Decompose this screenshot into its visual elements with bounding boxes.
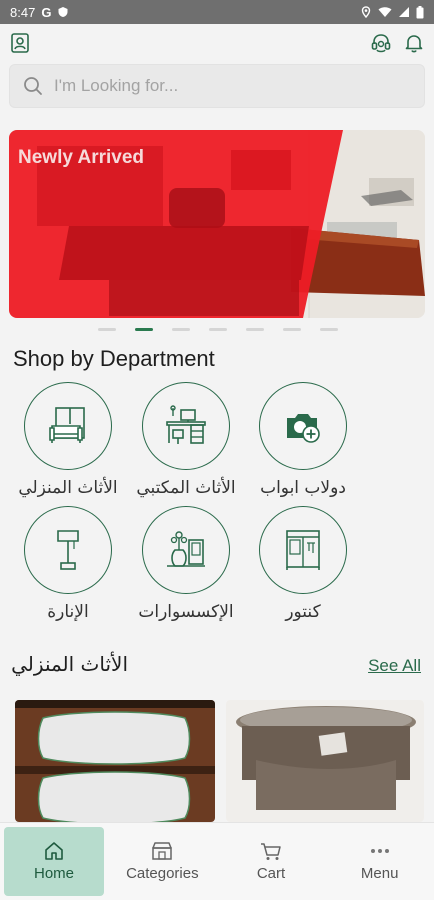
department-icon-circle (142, 382, 230, 470)
carousel-dot[interactable] (98, 328, 116, 331)
product-card[interactable] (226, 700, 424, 822)
banner-title: Newly Arrived (18, 147, 145, 168)
department-label: كنتور (285, 602, 321, 622)
app-screen: 8:47 G I'm Looking for... Newly Arrived … (0, 0, 434, 900)
department-door-wardrobe[interactable]: دولاب ابواب (243, 382, 363, 498)
product-image (15, 700, 215, 822)
department-icon-circle (259, 382, 347, 470)
department-label: الأثاث المكتبي (136, 478, 236, 498)
categories-icon (152, 842, 173, 860)
carousel-dot[interactable] (246, 328, 264, 331)
home-icon (45, 842, 63, 860)
section-title: Shop by Department (13, 346, 215, 371)
department-accessories[interactable]: الإكسسوارات (126, 506, 246, 622)
search-input[interactable] (54, 76, 394, 96)
search-bar[interactable] (9, 64, 425, 108)
carousel-dot[interactable] (172, 328, 190, 331)
tab-label: Cart (256, 865, 286, 882)
status-bar: 8:47 G (0, 0, 434, 24)
vase-frame-icon (167, 531, 205, 567)
department-office-furniture[interactable]: الأثاث المكتبي (126, 382, 246, 498)
top-bar (0, 24, 434, 62)
carousel-indicator (98, 328, 338, 331)
clock: 8:47 (10, 4, 36, 20)
product-card[interactable] (15, 700, 215, 822)
department-label: دولاب ابواب (260, 478, 346, 498)
department-icon-circle (259, 506, 347, 594)
department-icon-circle (24, 506, 112, 594)
department-icon-circle (24, 382, 112, 470)
google-icon: G (41, 4, 52, 20)
department-lighting[interactable]: الإنارة (8, 506, 128, 622)
wifi-icon (378, 7, 392, 17)
carousel-dot[interactable] (320, 328, 338, 331)
tab-label: Home (33, 865, 74, 882)
product-image (226, 700, 424, 822)
customer-support-icon[interactable] (370, 32, 392, 54)
cart-icon (261, 843, 281, 860)
office-desk-icon (166, 405, 206, 444)
notification-bell-icon[interactable] (403, 32, 425, 54)
department-label: الأثاث المنزلي (18, 478, 118, 498)
battery-icon (416, 5, 424, 18)
lamp-icon (57, 530, 79, 570)
menu-dots-icon (370, 849, 389, 853)
carousel-dot[interactable] (209, 328, 227, 331)
bottom-navigation: Home Categories Cart Menu (0, 822, 434, 900)
promo-banner[interactable]: Newly Arrived (9, 130, 425, 318)
see-all-link[interactable]: See All (368, 656, 421, 676)
carousel-dot[interactable] (283, 328, 301, 331)
signal-icon (399, 7, 409, 17)
department-icon-circle (142, 506, 230, 594)
tab-cart[interactable]: Cart (217, 823, 326, 900)
department-label: الإكسسوارات (138, 602, 234, 622)
add-photo-icon (287, 414, 320, 443)
shield-icon (58, 7, 68, 17)
department-label: الإنارة (47, 602, 89, 622)
tab-menu[interactable]: Menu (325, 823, 434, 900)
tab-home[interactable]: Home (4, 827, 104, 896)
carousel-dot-active[interactable] (135, 328, 153, 331)
profile-badge-icon[interactable] (9, 32, 31, 54)
sofa-wardrobe-icon (49, 407, 85, 443)
tab-label: Categories (126, 865, 199, 882)
location-icon (361, 6, 371, 18)
cabinet-icon (286, 530, 320, 570)
tab-categories[interactable]: Categories (108, 823, 217, 900)
department-cabinet[interactable]: كنتور (243, 506, 363, 622)
tab-label: Menu (360, 865, 399, 882)
section-title-home-furniture: الأثاث المنزلي (11, 652, 128, 676)
department-home-furniture[interactable]: الأثاث المنزلي (8, 382, 128, 498)
search-icon (24, 77, 42, 95)
